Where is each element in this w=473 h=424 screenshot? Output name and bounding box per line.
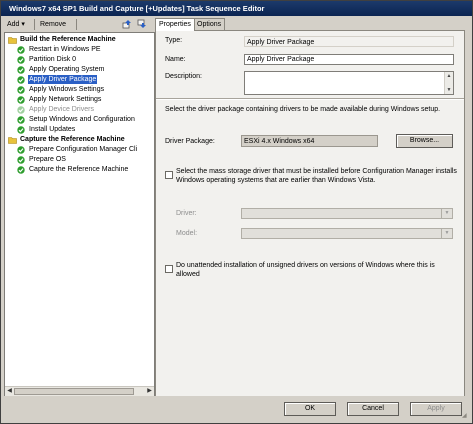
check-icon (17, 76, 25, 84)
tree-item-label: Apply Device Drivers (29, 106, 94, 113)
toolbar-separator (34, 19, 35, 30)
tree-item-label: Apply Driver Package (28, 75, 98, 84)
tree-item-label: Prepare Configuration Manager Cli (29, 146, 138, 153)
button-bar: OK Cancel Apply ◢ (1, 396, 472, 422)
tree-item-label: Apply Windows Settings (29, 86, 105, 93)
model-label: Model: (176, 230, 198, 237)
check-icon (17, 66, 25, 74)
toolbar-separator (76, 19, 77, 30)
tab-options[interactable]: Options (193, 18, 226, 30)
tree-item-label: Install Updates (29, 126, 76, 133)
check-icon (17, 156, 25, 164)
tree-item-label: Capture the Reference Machine (29, 166, 129, 173)
tree-horizontal-scrollbar[interactable]: ◀ ▶ (5, 386, 154, 396)
cancel-button[interactable]: Cancel (347, 402, 399, 416)
description-field[interactable]: ▲ ▼ (244, 71, 454, 95)
chevron-down-icon[interactable]: ▼ (441, 229, 452, 238)
toolbar: Add ▾ Remove (4, 18, 155, 31)
tree-item-label: Apply Operating System (29, 66, 105, 73)
apply-button[interactable]: Apply (410, 402, 462, 416)
section-divider (156, 98, 464, 100)
description-label: Description: (165, 73, 202, 80)
tree-item-label: Partition Disk 0 (29, 56, 77, 63)
add-button[interactable]: Add ▾ (7, 18, 25, 31)
check-icon (17, 116, 25, 124)
model-dropdown[interactable]: ▼ (241, 228, 453, 239)
window-title: Windows7 x64 SP1 Build and Capture [+Upd… (9, 4, 265, 13)
remove-button[interactable]: Remove (40, 18, 66, 31)
tree-item-label: Prepare OS (29, 156, 66, 163)
check-icon (17, 46, 25, 54)
check-icon (17, 96, 25, 104)
check-icon (17, 106, 25, 114)
check-icon (17, 146, 25, 154)
browse-button[interactable]: Browse... (396, 134, 453, 148)
task-sequence-editor-window: Windows7 x64 SP1 Build and Capture [+Upd… (0, 0, 473, 424)
check-icon (17, 126, 25, 134)
tree-item-label: Restart in Windows PE (29, 46, 101, 53)
properties-panel: Type: Apply Driver Package Name: Apply D… (155, 30, 465, 398)
tree-item-label: Capture the Reference Machine (20, 136, 125, 143)
title-bar[interactable]: Windows7 x64 SP1 Build and Capture [+Upd… (1, 1, 472, 16)
add-label: Add (7, 21, 20, 28)
ok-button[interactable]: OK (284, 402, 336, 416)
resize-grip-icon[interactable]: ◢ (462, 412, 470, 420)
driver-dropdown[interactable]: ▼ (241, 208, 453, 219)
unsigned-drivers-checkbox[interactable] (165, 265, 173, 273)
tree-item-label: Setup Windows and Configuration (29, 116, 135, 123)
description-scrollbar[interactable]: ▲ ▼ (444, 72, 453, 94)
unsigned-drivers-text: Do unattended installation of unsigned d… (176, 262, 435, 278)
driver-package-field: ESXi 4.x Windows x64 (241, 135, 378, 147)
folder-icon (8, 136, 17, 144)
check-icon (17, 166, 25, 174)
mass-storage-checkbox[interactable] (165, 171, 173, 179)
tree-item-label: Build the Reference Machine (20, 36, 116, 43)
scroll-down-icon[interactable]: ▼ (445, 86, 453, 94)
move-down-icon[interactable] (137, 19, 147, 32)
scroll-thumb[interactable] (14, 388, 134, 395)
check-icon (17, 86, 25, 94)
chevron-down-icon[interactable]: ▼ (441, 209, 452, 218)
tree-item-label: Apply Network Settings (29, 96, 102, 103)
folder-icon (8, 36, 17, 44)
scroll-up-icon[interactable]: ▲ (445, 72, 453, 80)
instruction-text: Select the driver package containing dri… (165, 106, 441, 113)
name-label: Name: (165, 56, 186, 63)
type-label: Type: (165, 37, 183, 44)
scroll-right-icon[interactable]: ▶ (145, 387, 154, 396)
mass-storage-text: Select the mass storage driver that must… (176, 168, 457, 184)
driver-label: Driver: (176, 210, 197, 217)
scroll-left-icon[interactable]: ◀ (5, 387, 14, 396)
add-dropdown-icon: ▾ (21, 21, 25, 28)
type-value: Apply Driver Package (244, 36, 454, 47)
move-up-icon[interactable] (122, 19, 132, 32)
name-field[interactable]: Apply Driver Package (244, 54, 454, 65)
driver-package-label: Driver Package: (165, 138, 215, 145)
tab-properties[interactable]: Properties (155, 18, 195, 31)
check-icon (17, 56, 25, 64)
task-sequence-tree[interactable]: ◀ ▶ Build the Reference Machine Restart i… (4, 32, 155, 397)
